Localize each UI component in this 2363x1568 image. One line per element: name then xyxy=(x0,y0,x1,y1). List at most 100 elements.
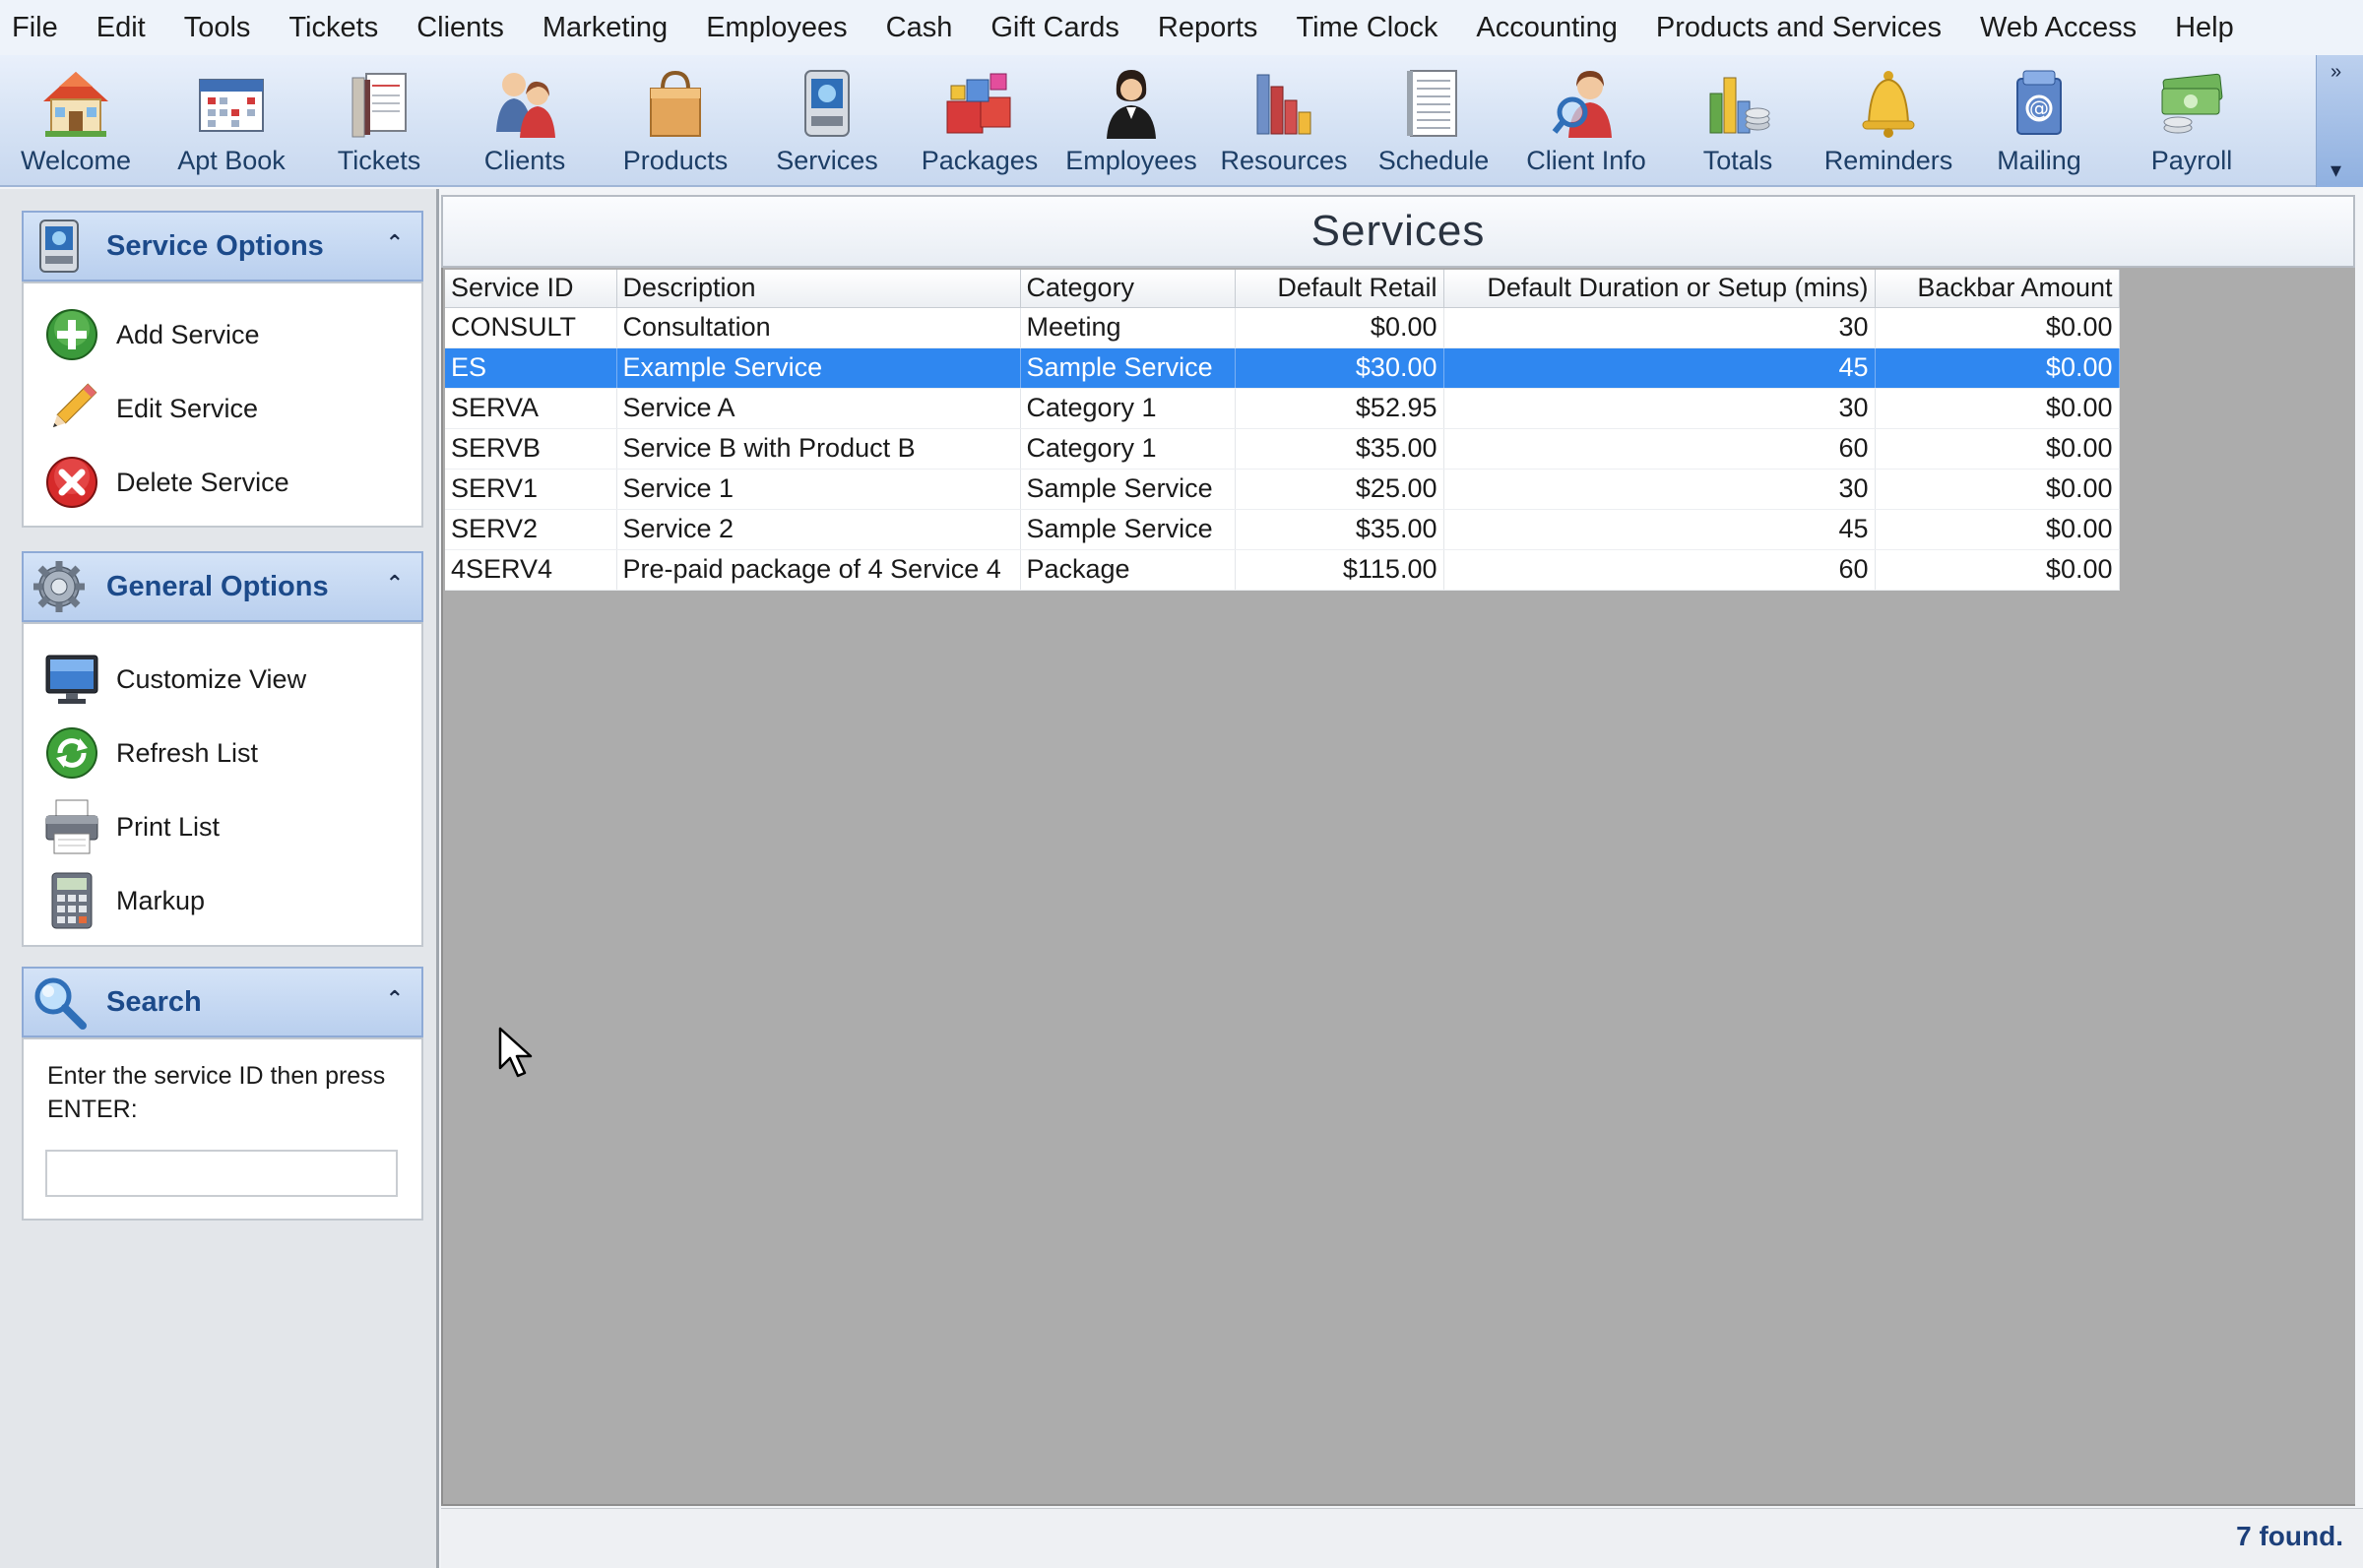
delete-service-link[interactable]: Delete Service xyxy=(41,451,289,514)
menu-edit[interactable]: Edit xyxy=(96,12,165,44)
toolbar-schedule-button[interactable]: Schedule xyxy=(1365,55,1502,187)
toolbar-welcome-label: Welcome xyxy=(20,146,132,175)
clients-icon xyxy=(486,65,563,142)
cell-description: Example Service xyxy=(616,347,1021,389)
cell-category: Meeting xyxy=(1020,307,1236,348)
page-title-bar: Services xyxy=(441,195,2355,268)
cell-backbar: $0.00 xyxy=(1875,469,2120,510)
cell-category: Category 1 xyxy=(1020,388,1236,429)
toolbar-products-button[interactable]: Products xyxy=(603,55,748,187)
menu-accounting[interactable]: Accounting xyxy=(1476,12,1637,44)
edit-service-link[interactable]: Edit Service xyxy=(41,377,258,440)
toolbar-employees-label: Employees xyxy=(1065,146,1197,175)
menu-products-and-services[interactable]: Products and Services xyxy=(1656,12,1961,44)
column-header-default-duration[interactable]: Default Duration or Setup (mins) xyxy=(1443,270,1876,308)
column-header-category[interactable]: Category xyxy=(1020,270,1236,308)
menu-time-clock[interactable]: Time Clock xyxy=(1296,12,1457,44)
toolbar-packages-button[interactable]: Packages xyxy=(906,55,1054,187)
toolbar-services-label: Services xyxy=(776,146,878,175)
toolbar-tickets-button[interactable]: Tickets xyxy=(315,55,443,187)
collapse-chevron-icon[interactable]: ⌃ xyxy=(386,986,404,1012)
status-bar: 7 found. xyxy=(441,1508,2363,1568)
mouse-cursor-icon xyxy=(498,1027,533,1078)
menu-reports[interactable]: Reports xyxy=(1158,12,1278,44)
search-header[interactable]: Search ⌃ xyxy=(22,967,423,1037)
table-header-row: Service ID Description Category Default … xyxy=(445,270,2120,308)
menu-file[interactable]: File xyxy=(12,12,78,44)
table-row[interactable]: SERV1 Service 1 Sample Service $25.00 30… xyxy=(445,469,2120,510)
cell-service-id: SERVB xyxy=(445,428,617,470)
refresh-list-link[interactable]: Refresh List xyxy=(41,721,258,784)
table-row[interactable]: 4SERV4 Pre-paid package of 4 Service 4 P… xyxy=(445,549,2120,591)
menu-tickets[interactable]: Tickets xyxy=(288,12,398,44)
toolbar-totals-button[interactable]: Totals xyxy=(1674,55,1802,187)
cell-backbar: $0.00 xyxy=(1875,509,2120,550)
cell-description: Consultation xyxy=(616,307,1021,348)
toolbar-welcome-button[interactable]: Welcome xyxy=(2,55,150,187)
client-info-icon xyxy=(1548,65,1625,142)
toolbar-services-button[interactable]: Services xyxy=(760,55,894,187)
overflow-chevron-icon: » xyxy=(2331,61,2341,83)
page-title: Services xyxy=(1310,207,1486,255)
pencil-icon xyxy=(41,378,102,439)
cell-service-id: CONSULT xyxy=(445,307,617,348)
toolbar-apt-book-label: Apt Book xyxy=(177,146,286,175)
toolbar-payroll-button[interactable]: Payroll xyxy=(2127,55,2257,187)
toolbar-payroll-label: Payroll xyxy=(2150,146,2233,175)
menu-help[interactable]: Help xyxy=(2175,12,2254,44)
menu-tools[interactable]: Tools xyxy=(184,12,271,44)
collapse-chevron-icon[interactable]: ⌃ xyxy=(386,230,404,256)
menu-web-access[interactable]: Web Access xyxy=(1980,12,2156,44)
toolbar-overflow-button[interactable]: » ▾ xyxy=(2316,55,2363,187)
cell-category: Sample Service xyxy=(1020,347,1236,389)
menu-gift-cards[interactable]: Gift Cards xyxy=(990,12,1139,44)
add-service-link[interactable]: Add Service xyxy=(41,303,260,366)
menu-employees[interactable]: Employees xyxy=(706,12,866,44)
toolbar-employees-button[interactable]: Employees xyxy=(1061,55,1201,187)
service-id-search-input[interactable] xyxy=(45,1150,398,1197)
toolbar-schedule-label: Schedule xyxy=(1377,146,1490,175)
toolbar-apt-book-button[interactable]: Apt Book xyxy=(158,55,305,187)
cell-service-id: ES xyxy=(445,347,617,389)
customize-view-link[interactable]: Customize View xyxy=(41,648,306,711)
service-options-header[interactable]: Service Options ⌃ xyxy=(22,211,423,282)
column-header-default-retail[interactable]: Default Retail xyxy=(1235,270,1444,308)
cell-duration: 45 xyxy=(1443,347,1876,389)
column-header-service-id[interactable]: Service ID xyxy=(445,270,617,308)
general-options-header[interactable]: General Options ⌃ xyxy=(22,551,423,622)
services-table: Service ID Description Category Default … xyxy=(445,270,2120,591)
toolbar-reminders-button[interactable]: Reminders xyxy=(1818,55,1959,187)
menu-clients[interactable]: Clients xyxy=(416,12,524,44)
table-row[interactable]: SERV2 Service 2 Sample Service $35.00 45… xyxy=(445,509,2120,550)
table-row[interactable]: SERVA Service A Category 1 $52.95 30 $0.… xyxy=(445,388,2120,429)
toolbar-mailing-button[interactable]: @ Mailing xyxy=(1975,55,2103,187)
cell-duration: 60 xyxy=(1443,549,1876,591)
toolbar-client-info-button[interactable]: Client Info xyxy=(1516,55,1656,187)
services-grid-area: Service ID Description Category Default … xyxy=(441,268,2355,1506)
markup-link[interactable]: Markup xyxy=(41,869,205,932)
cell-service-id: SERV2 xyxy=(445,509,617,550)
print-list-link[interactable]: Print List xyxy=(41,795,220,858)
cell-duration: 30 xyxy=(1443,388,1876,429)
toolbar-resources-button[interactable]: Resources xyxy=(1217,55,1351,187)
cell-duration: 30 xyxy=(1443,307,1876,348)
cell-duration: 45 xyxy=(1443,509,1876,550)
cell-service-id: 4SERV4 xyxy=(445,549,617,591)
cell-default-retail: $25.00 xyxy=(1235,469,1444,510)
markup-label: Markup xyxy=(116,885,206,915)
cell-backbar: $0.00 xyxy=(1875,549,2120,591)
toolbar-clients-button[interactable]: Clients xyxy=(461,55,589,187)
cell-duration: 60 xyxy=(1443,428,1876,470)
table-row[interactable]: CONSULT Consultation Meeting $0.00 30 $0… xyxy=(445,307,2120,348)
delete-icon xyxy=(41,452,102,513)
menu-bar: File Edit Tools Tickets Clients Marketin… xyxy=(0,0,2363,55)
calendar-icon xyxy=(193,65,270,142)
column-header-description[interactable]: Description xyxy=(616,270,1021,308)
gear-icon xyxy=(32,559,87,614)
table-row[interactable]: SERVB Service B with Product B Category … xyxy=(445,428,2120,470)
table-row-selected[interactable]: ES Example Service Sample Service $30.00… xyxy=(445,347,2120,389)
menu-cash[interactable]: Cash xyxy=(886,12,973,44)
menu-marketing[interactable]: Marketing xyxy=(543,12,687,44)
column-header-backbar-amount[interactable]: Backbar Amount xyxy=(1875,270,2120,308)
collapse-chevron-icon[interactable]: ⌃ xyxy=(386,571,404,596)
